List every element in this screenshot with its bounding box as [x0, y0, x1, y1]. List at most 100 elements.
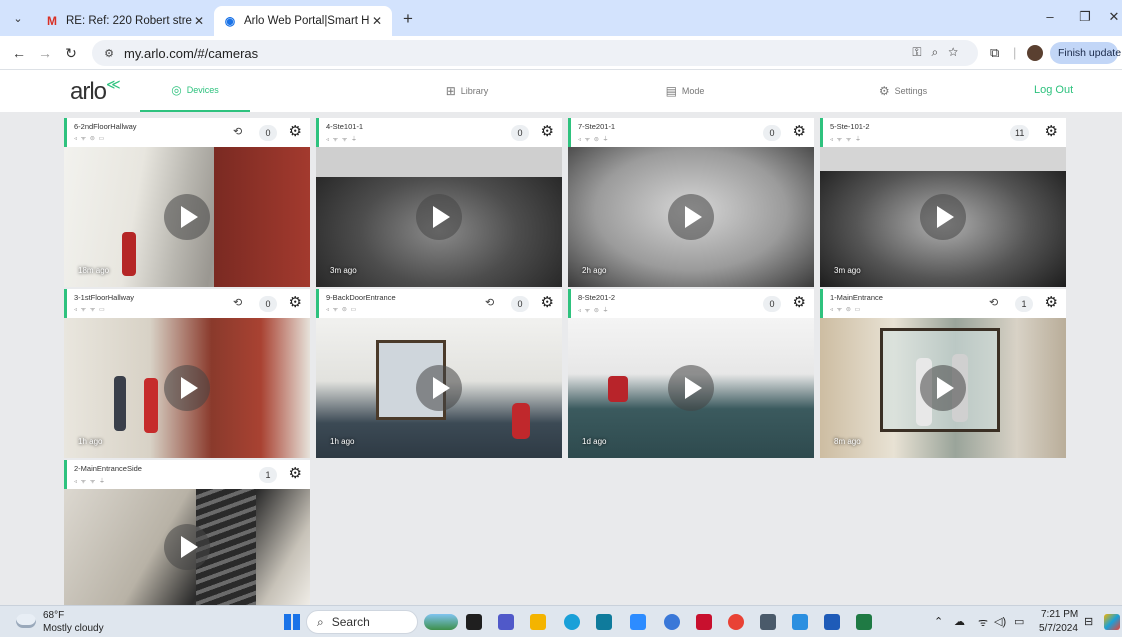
camera-card[interactable]: 9-BackDoorEntrance ◃ ᯤ ⊜ ▭ ⟲ 0 ⚙ 1h ago — [316, 289, 562, 458]
event-count-badge[interactable]: 0 — [511, 125, 529, 141]
profile-avatar[interactable] — [1027, 45, 1043, 61]
zoom-icon[interactable]: ⌕ — [931, 45, 948, 59]
gear-icon[interactable]: ⚙ — [289, 465, 302, 483]
camera-card[interactable]: 1-MainEntrance ◃ ᯤ ⊜ ▭ ⟲ 1 ⚙ 8m ago — [820, 289, 1066, 458]
clock-time[interactable]: 7:21 PM — [1041, 609, 1078, 620]
gear-icon[interactable]: ⚙ — [541, 294, 554, 312]
nav-devices[interactable]: ◎ Devices — [140, 70, 250, 112]
clock-date[interactable]: 5/7/2024 — [1039, 623, 1078, 634]
camera-card[interactable]: 8-Ste201-2 ◃ ᯤ ⊜ ⏚ 0 ⚙ 1d ago — [568, 289, 814, 458]
volume-icon[interactable]: ◁) — [994, 615, 1006, 628]
camera-card[interactable]: 5-Ste-101-2 ◃ ᯤ ᯤ ⏚ 11 ⚙ 3m ago — [820, 118, 1066, 287]
excel-icon[interactable] — [856, 614, 872, 630]
camera-card[interactable]: 2-MainEntranceSide ◃ ᯤ ᯤ ⏚ 1 ⚙ — [64, 460, 310, 605]
camera-feed[interactable]: 2h ago — [568, 147, 814, 287]
tab-gmail[interactable]: M RE: Ref: 220 Robert street s... - ✕ — [36, 6, 214, 36]
chrome-icon[interactable] — [664, 614, 680, 630]
camera-feed[interactable] — [64, 489, 310, 605]
camera-card[interactable]: 4-Ste101-1 ◃ ᯤ ᯤ ⏚ 0 ⚙ 3m ago — [316, 118, 562, 287]
omnibox[interactable]: ⚙ my.arlo.com/#/cameras ⚿⌕☆ — [92, 40, 978, 66]
play-icon[interactable] — [668, 365, 714, 411]
camera-feed[interactable]: 1h ago — [64, 318, 310, 458]
play-icon[interactable] — [164, 194, 210, 240]
gear-icon[interactable]: ⚙ — [541, 123, 554, 141]
play-icon[interactable] — [416, 365, 462, 411]
history-icon[interactable]: ⟲ — [233, 125, 242, 138]
nav-settings[interactable]: ⚙ Settings — [848, 70, 958, 112]
event-count-badge[interactable]: 1 — [259, 467, 277, 483]
chevron-up-icon[interactable]: ⌃ — [934, 615, 943, 628]
event-count-badge[interactable]: 0 — [763, 125, 781, 141]
tab-arlo[interactable]: ◉ Arlo Web Portal|Smart Home Se ✕ — [214, 6, 392, 36]
event-count-badge[interactable]: 0 — [259, 125, 277, 141]
taskbar-search[interactable]: ⌕ Search — [306, 610, 418, 634]
key-icon[interactable]: ⚿ — [912, 45, 931, 59]
bookmark-star-icon[interactable]: ☆ — [948, 45, 968, 59]
reload-icon[interactable]: ↻ — [62, 44, 80, 62]
weather-description[interactable]: Mostly cloudy — [43, 623, 104, 634]
play-icon[interactable] — [164, 524, 210, 570]
windows-start-icon[interactable] — [284, 614, 300, 630]
file-explorer-icon[interactable] — [530, 614, 546, 630]
widget-landscape-icon[interactable] — [424, 614, 458, 630]
task-view-icon[interactable] — [466, 614, 482, 630]
event-count-badge[interactable]: 11 — [1010, 125, 1030, 141]
camera-feed[interactable]: 8m ago — [820, 318, 1066, 458]
finish-update-button[interactable]: Finish update ⋮ — [1050, 42, 1121, 64]
wifi-icon[interactable]: ᯤ — [978, 615, 988, 630]
play-icon[interactable] — [920, 365, 966, 411]
event-count-badge[interactable]: 0 — [763, 296, 781, 312]
camera-card[interactable]: 3-1stFloorHallway ◃ ᯤ ᯤ ▭ ⟲ 0 ⚙ 1h ago — [64, 289, 310, 458]
play-icon[interactable] — [164, 365, 210, 411]
teams-icon[interactable] — [498, 614, 514, 630]
calculator-icon[interactable] — [760, 614, 776, 630]
event-count-badge[interactable]: 0 — [259, 296, 277, 312]
camera-feed[interactable]: 1h ago — [316, 318, 562, 458]
minimize-icon[interactable]: – — [1040, 9, 1060, 24]
history-icon[interactable]: ⟲ — [989, 296, 998, 309]
site-info-icon[interactable]: ⚙ — [100, 47, 118, 60]
onedrive-icon[interactable]: ☁ — [954, 615, 965, 628]
history-icon[interactable]: ⟲ — [485, 296, 494, 309]
nav-mode[interactable]: ▤ Mode — [630, 70, 740, 112]
edge-icon[interactable] — [564, 614, 580, 630]
camera-feed[interactable]: 3m ago — [316, 147, 562, 287]
gear-icon[interactable]: ⚙ — [793, 123, 806, 141]
cloud-icon[interactable] — [16, 614, 36, 628]
close-icon[interactable]: ✕ — [192, 14, 206, 28]
event-count-badge[interactable]: 0 — [511, 296, 529, 312]
back-icon[interactable]: ← — [10, 44, 28, 62]
nav-library[interactable]: ⊞ Library — [412, 70, 522, 112]
battery-icon[interactable]: ▭ — [1014, 615, 1024, 628]
history-icon[interactable]: ⟲ — [233, 296, 242, 309]
arlo-logo[interactable]: arlo≪ — [70, 76, 121, 106]
camera-card[interactable]: 6-2ndFloorHallway ◃ ᯤ ⊜ ▭ ⟲ 0 ⚙ 18m ago — [64, 118, 310, 287]
tab-search-chevron-icon[interactable]: ⌄ — [8, 9, 28, 29]
gear-icon[interactable]: ⚙ — [289, 123, 302, 141]
log-out-link[interactable]: Log Out — [1034, 84, 1073, 96]
gear-icon[interactable]: ⚙ — [1045, 123, 1058, 141]
camera-card[interactable]: 7-Ste201-1 ◃ ᯤ ⊜ ⏚ 0 ⚙ 2h ago — [568, 118, 814, 287]
camera-feed[interactable]: 3m ago — [820, 147, 1066, 287]
chrome-profile-icon[interactable] — [728, 614, 744, 630]
play-icon[interactable] — [668, 194, 714, 240]
url-text[interactable]: my.arlo.com/#/cameras — [124, 46, 258, 61]
forward-icon[interactable]: → — [36, 44, 54, 62]
new-tab-icon[interactable]: + — [398, 9, 418, 29]
notification-icon[interactable]: ⊟ — [1084, 615, 1093, 628]
camera-feed[interactable]: 1d ago — [568, 318, 814, 458]
notepad-icon[interactable] — [792, 614, 808, 630]
meet-icon[interactable] — [630, 614, 646, 630]
gear-icon[interactable]: ⚙ — [793, 294, 806, 312]
play-icon[interactable] — [416, 194, 462, 240]
camera-feed[interactable]: 18m ago — [64, 147, 310, 287]
window-close-icon[interactable]: ✕ — [1104, 9, 1122, 25]
mcafee-icon[interactable] — [696, 614, 712, 630]
restore-icon[interactable]: ❐ — [1075, 9, 1095, 25]
store-icon[interactable] — [596, 614, 612, 630]
gear-icon[interactable]: ⚙ — [289, 294, 302, 312]
event-count-badge[interactable]: 1 — [1015, 296, 1033, 312]
play-icon[interactable] — [920, 194, 966, 240]
gear-icon[interactable]: ⚙ — [1045, 294, 1058, 312]
weather-temperature[interactable]: 68°F — [43, 610, 64, 621]
